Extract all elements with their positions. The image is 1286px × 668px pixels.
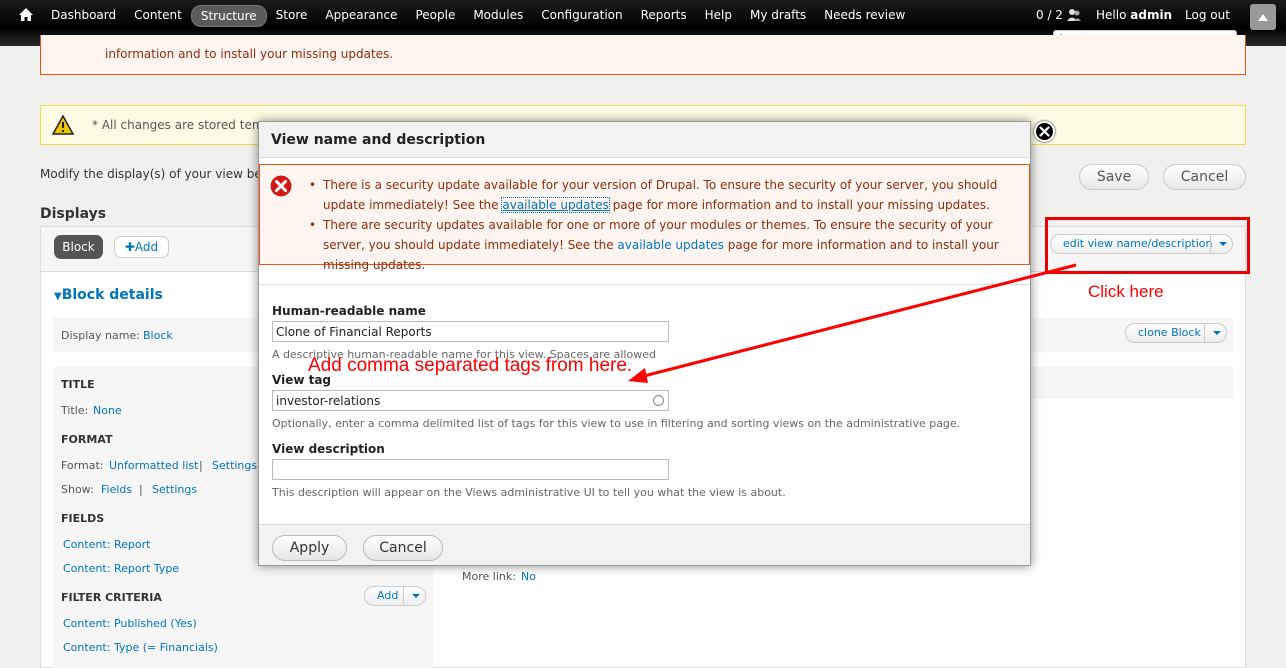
error-icon bbox=[269, 174, 293, 198]
block-details-toggle[interactable]: ▼Block details bbox=[54, 287, 163, 303]
bg-error-text: information and to install your missing … bbox=[105, 47, 394, 61]
clone-block-button[interactable]: clone Block bbox=[1125, 323, 1227, 343]
username-link[interactable]: admin bbox=[1130, 8, 1172, 22]
field-report-link[interactable]: Content: Report bbox=[63, 538, 150, 551]
annotation-add-tags: Add comma separated tags from here. bbox=[308, 355, 633, 376]
users-icon bbox=[1067, 9, 1081, 21]
triangle-down-icon: ▼ bbox=[54, 291, 62, 302]
apply-button[interactable]: Apply bbox=[272, 535, 347, 561]
block-details-label: Block details bbox=[61, 287, 163, 303]
chevron-down-icon[interactable] bbox=[1204, 324, 1226, 342]
logout-link[interactable]: Log out bbox=[1185, 8, 1230, 22]
filter-criteria-heading: FILTER CRITERIA bbox=[61, 591, 162, 604]
view-description-help: This description will appear on the View… bbox=[272, 486, 786, 499]
title-value-link[interactable]: None bbox=[93, 404, 122, 417]
toolbar-menu-people[interactable]: People bbox=[406, 5, 464, 27]
toolbar-menu-store[interactable]: Store bbox=[267, 5, 317, 27]
available-updates-link[interactable]: available updates bbox=[617, 238, 724, 252]
toolbar-menu-reports[interactable]: Reports bbox=[632, 5, 696, 27]
error-list: There is a security update available for… bbox=[307, 175, 1023, 275]
annotation-click-here: Click here bbox=[1088, 282, 1164, 301]
human-readable-name-input[interactable] bbox=[272, 321, 669, 342]
toolbar-menu-dashboard[interactable]: Dashboard bbox=[42, 5, 125, 27]
more-link-label: More link: bbox=[462, 570, 516, 583]
filter-published-link[interactable]: Content: Published (Yes) bbox=[63, 617, 197, 630]
displays-heading: Displays bbox=[40, 206, 107, 222]
format-value-link[interactable]: Unformatted list bbox=[109, 459, 198, 472]
view-description-label: View description bbox=[272, 442, 385, 456]
save-button[interactable]: Save bbox=[1079, 164, 1149, 190]
divider bbox=[259, 284, 1030, 285]
toolbar-menu: Dashboard Content Structure Store Appearance… bbox=[42, 5, 914, 27]
bg-error-message: information and to install your missing … bbox=[40, 35, 1246, 75]
cancel-view-button[interactable]: Cancel bbox=[1163, 164, 1246, 190]
dialog-title: View name and description bbox=[259, 122, 1030, 158]
dialog-footer: Apply Cancel bbox=[259, 524, 1030, 565]
show-settings-link[interactable]: Settings bbox=[152, 483, 197, 496]
format-label: Format: bbox=[61, 459, 104, 472]
toolbar-menu-needs-review[interactable]: Needs review bbox=[815, 5, 914, 27]
dialog-error-message: There is a security update available for… bbox=[259, 164, 1030, 272]
show-label: Show: bbox=[61, 483, 94, 496]
available-updates-link[interactable]: available updates bbox=[501, 197, 610, 213]
toolbar-menu-configuration[interactable]: Configuration bbox=[532, 5, 631, 27]
close-icon bbox=[1039, 126, 1050, 137]
add-display-button[interactable]: ✚Add bbox=[114, 236, 169, 258]
cancel-button[interactable]: Cancel bbox=[363, 535, 443, 561]
add-display-label: Add bbox=[134, 240, 159, 254]
toolbar-menu-help[interactable]: Help bbox=[696, 5, 741, 27]
title-heading: TITLE bbox=[61, 378, 95, 391]
autocomplete-throbber-icon bbox=[653, 395, 664, 406]
toolbar-menu-appearance[interactable]: Appearance bbox=[316, 5, 406, 27]
filter-type-link[interactable]: Content: Type (= Financials) bbox=[63, 641, 218, 654]
toolbar-toggle-button[interactable] bbox=[1250, 4, 1276, 30]
tab-block[interactable]: Block bbox=[54, 235, 103, 259]
view-tag-input[interactable] bbox=[272, 390, 669, 411]
name-label: Human-readable name bbox=[272, 304, 426, 318]
toolbar-menu-structure[interactable]: Structure bbox=[190, 5, 267, 27]
show-separator: | bbox=[139, 483, 143, 496]
hello-prefix: Hello bbox=[1096, 8, 1127, 22]
filter-add-label: Add bbox=[377, 589, 399, 602]
toolbar-menu-my-drafts[interactable]: My drafts bbox=[741, 5, 815, 27]
toolbar-menu-content[interactable]: Content bbox=[125, 5, 191, 27]
view-tag-description: Optionally, enter a comma delimited list… bbox=[272, 417, 961, 430]
filter-add-button[interactable]: Add bbox=[364, 586, 426, 606]
warning-icon bbox=[52, 115, 74, 135]
more-link-value[interactable]: No bbox=[521, 570, 536, 583]
format-separator: | bbox=[199, 459, 203, 472]
view-description-input[interactable] bbox=[272, 459, 669, 480]
bg-warning-text: * All changes are stored temp bbox=[92, 118, 272, 132]
format-settings-link[interactable]: Settings bbox=[212, 459, 257, 472]
display-name-label: Display name: bbox=[61, 329, 140, 342]
field-report-type-link[interactable]: Content: Report Type bbox=[63, 562, 179, 575]
title-label: Title: bbox=[61, 404, 89, 417]
home-icon[interactable] bbox=[18, 7, 34, 23]
shortcut-counter: 0 / 2 bbox=[1036, 8, 1063, 22]
view-name-dialog: View name and description There is a sec… bbox=[258, 121, 1031, 566]
fields-heading: FIELDS bbox=[61, 512, 105, 525]
chevron-down-icon[interactable] bbox=[403, 587, 425, 605]
format-heading: FORMAT bbox=[61, 433, 113, 446]
error-item-modules: There are security updates available for… bbox=[307, 215, 1023, 275]
bg-modify-text: Modify the display(s) of your view belo bbox=[40, 167, 273, 181]
toolbar-menu-modules[interactable]: Modules bbox=[464, 5, 532, 27]
clone-block-label: clone Block bbox=[1138, 326, 1201, 339]
show-value-link[interactable]: Fields bbox=[101, 483, 132, 496]
close-dialog-button[interactable] bbox=[1034, 121, 1055, 142]
annotation-highlight-box bbox=[1045, 217, 1250, 274]
error-text: page for more information and to install… bbox=[608, 198, 990, 212]
plus-icon: ✚ bbox=[124, 240, 135, 254]
hello-user: Hello admin bbox=[1096, 8, 1172, 22]
error-item-drupal: There is a security update available for… bbox=[307, 175, 1023, 215]
display-name-link[interactable]: Block bbox=[143, 329, 173, 342]
